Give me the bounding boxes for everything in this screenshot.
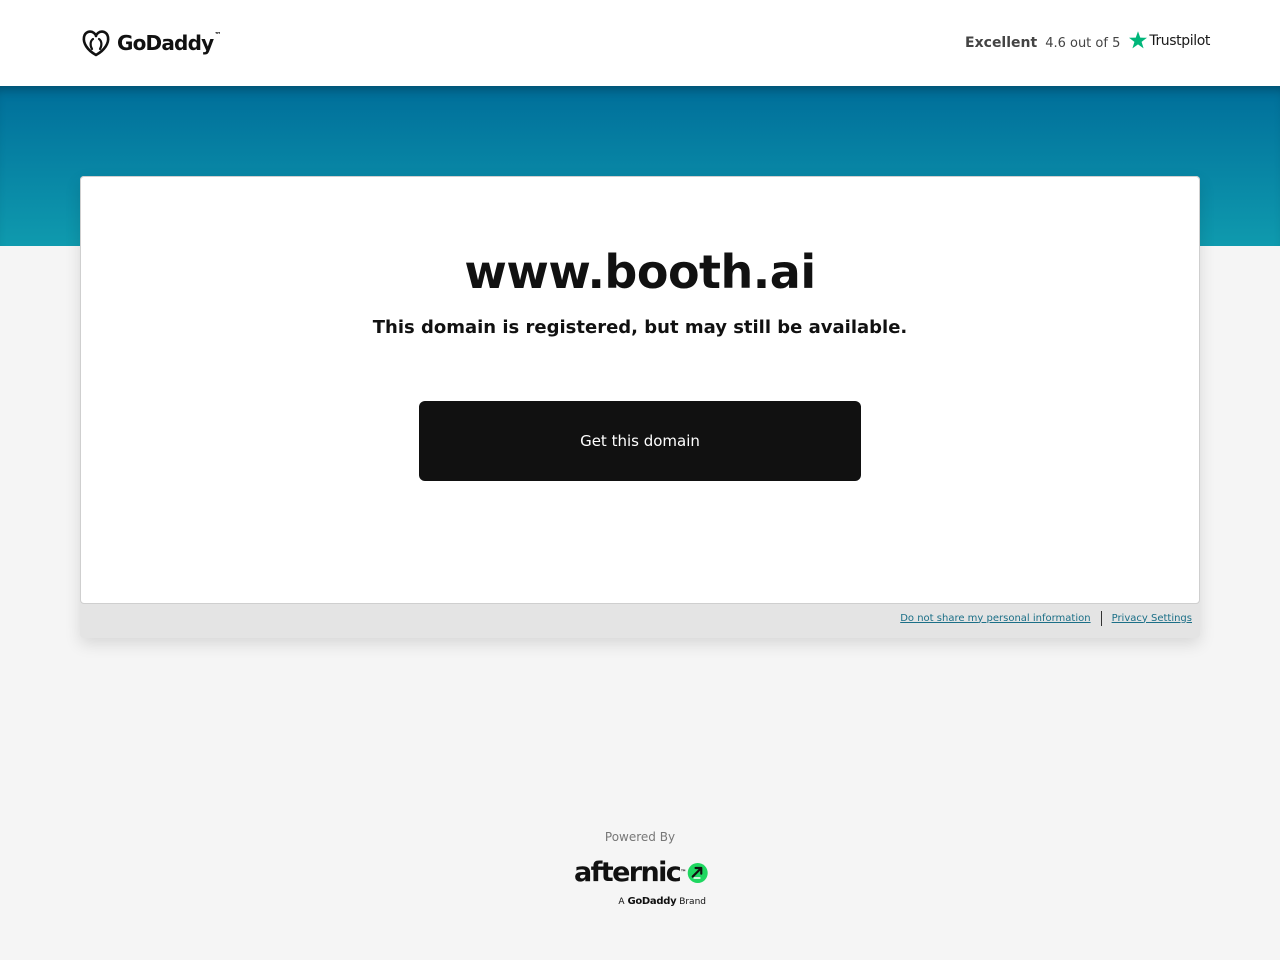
afternic-arrows-icon bbox=[687, 863, 708, 883]
domain-status-text: This domain is registered, but may still… bbox=[372, 317, 908, 338]
trustpilot-brand: Trustpilot bbox=[1149, 33, 1210, 49]
domain-card-container: www.booth.ai This domain is registered, … bbox=[80, 176, 1200, 638]
domain-name: www.booth.ai bbox=[464, 245, 816, 299]
domain-card: www.booth.ai This domain is registered, … bbox=[80, 176, 1200, 604]
powered-by-label: Powered By bbox=[604, 830, 676, 844]
godaddy-logo-icon bbox=[82, 30, 110, 57]
do-not-share-link[interactable]: Do not share my personal information bbox=[900, 613, 1090, 624]
top-header: GoDaddy™ Excellent 4.6 out of 5 Trustpil… bbox=[0, 0, 1280, 86]
get-domain-button[interactable]: Get this domain bbox=[419, 401, 861, 481]
godaddy-logo-text: GoDaddy™ bbox=[117, 31, 221, 55]
trustpilot-rating[interactable]: Excellent 4.6 out of 5 Trustpilot bbox=[965, 28, 1210, 58]
trustpilot-star-icon bbox=[1129, 31, 1148, 49]
godaddy-brand-tagline: A GoDaddy Brand bbox=[618, 896, 706, 907]
link-divider bbox=[1100, 610, 1102, 626]
godaddy-logo[interactable]: GoDaddy™ bbox=[81, 28, 221, 58]
privacy-links: Do not share my personal information Pri… bbox=[900, 610, 1192, 626]
trustpilot-score: 4.6 out of 5 bbox=[1045, 35, 1121, 51]
afternic-logo[interactable]: afternic™ A GoDaddy Brand bbox=[574, 856, 708, 914]
trustpilot-rating-word: Excellent bbox=[965, 35, 1038, 51]
afternic-logo-text: afternic™ bbox=[574, 857, 686, 888]
privacy-settings-link[interactable]: Privacy Settings bbox=[1112, 613, 1192, 624]
